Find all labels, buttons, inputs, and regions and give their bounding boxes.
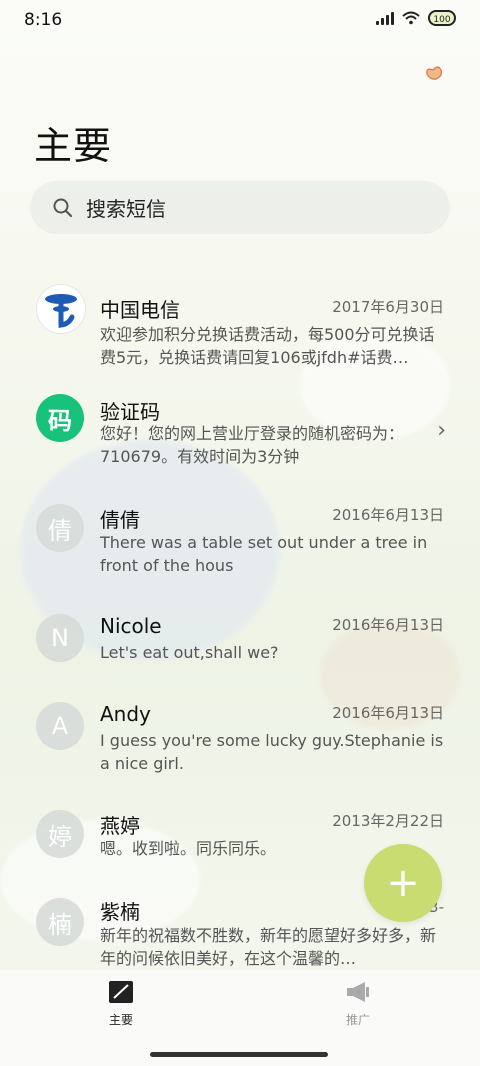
search-input[interactable]: 搜索短信 bbox=[30, 181, 450, 234]
conversation-name: 倩倩 bbox=[100, 508, 140, 532]
avatar: 婷 bbox=[36, 810, 84, 858]
conversation-date: 2016年6月13日 bbox=[332, 616, 444, 634]
conversation-preview: Let's eat out,shall we? bbox=[100, 643, 279, 662]
conversation-preview: There was a table set out under a tree i… bbox=[100, 533, 428, 575]
new-message-button[interactable]: + bbox=[364, 844, 442, 922]
conversation-name: 紫楠 bbox=[100, 900, 140, 924]
status-bar: 8:16 100 bbox=[0, 0, 480, 40]
battery-icon: 100 bbox=[428, 10, 456, 26]
conversation-item[interactable]: N Nicole 2016年6月13日 Let's eat out,shall … bbox=[0, 610, 480, 710]
search-placeholder: 搜索短信 bbox=[86, 197, 166, 221]
conversation-item[interactable]: A Andy 2016年6月13日 I guess you're some lu… bbox=[0, 698, 480, 798]
conversation-name: 验证码 bbox=[100, 400, 160, 424]
conversation-preview: 欢迎参加积分兑换话费活动，每500分可兑换话费5元，兑换话费请回复106或jfd… bbox=[100, 325, 435, 367]
conversation-item[interactable]: 中国电信 2017年6月30日 欢迎参加积分兑换话费活动，每500分可兑换话费5… bbox=[0, 280, 480, 380]
status-time: 8:16 bbox=[24, 10, 63, 30]
china-telecom-logo-icon bbox=[36, 284, 86, 334]
conversation-date: 2017年6月30日 bbox=[332, 298, 444, 316]
avatar: 楠 bbox=[36, 898, 84, 946]
avatar: A bbox=[36, 702, 84, 750]
avatar: N bbox=[36, 614, 84, 662]
home-indicator[interactable] bbox=[150, 1052, 328, 1057]
conversation-item[interactable]: 倩 倩倩 2016年6月13日 There was a table set ou… bbox=[0, 500, 480, 600]
conversation-item[interactable]: 码 验证码 › 您好！您的网上营业厅登录的随机密码为：710679。有效时间为3… bbox=[0, 388, 480, 488]
avatar: 倩 bbox=[36, 504, 84, 552]
conversation-preview: 新年的祝福数不胜数，新年的愿望好多好多，新年的问候依旧美好，在这个温馨的… bbox=[100, 926, 437, 968]
theme-icon[interactable] bbox=[424, 64, 444, 87]
conversation-name: Andy bbox=[100, 702, 151, 726]
page-title: 主要 bbox=[34, 124, 113, 168]
conversation-date: 2016年6月13日 bbox=[332, 704, 444, 722]
signal-icon bbox=[376, 11, 394, 25]
megaphone-icon bbox=[347, 982, 369, 1002]
wifi-icon bbox=[402, 11, 420, 25]
conversation-date: 2013年2月22日 bbox=[332, 812, 444, 830]
conversation-date: 2016年6月13日 bbox=[332, 506, 444, 524]
avatar: 码 bbox=[36, 394, 84, 442]
tab-label: 主要 bbox=[108, 1013, 133, 1027]
tab-main[interactable]: 主要 bbox=[91, 980, 151, 1028]
status-icons: 100 bbox=[376, 10, 456, 26]
compose-icon bbox=[109, 981, 133, 1003]
tab-label: 推广 bbox=[345, 1013, 370, 1027]
tab-promotions[interactable]: 推广 bbox=[328, 980, 388, 1028]
conversation-name: 燕婷 bbox=[100, 814, 140, 838]
conversation-name: 中国电信 bbox=[100, 298, 180, 322]
search-icon bbox=[53, 198, 73, 217]
conversation-name: Nicole bbox=[100, 614, 162, 638]
conversation-preview: I guess you're some lucky guy.Stephanie … bbox=[100, 731, 444, 773]
chevron-right-icon: › bbox=[437, 418, 446, 443]
conversation-preview: 您好！您的网上营业厅登录的随机密码为：710679。有效时间为3分钟 bbox=[100, 424, 405, 466]
